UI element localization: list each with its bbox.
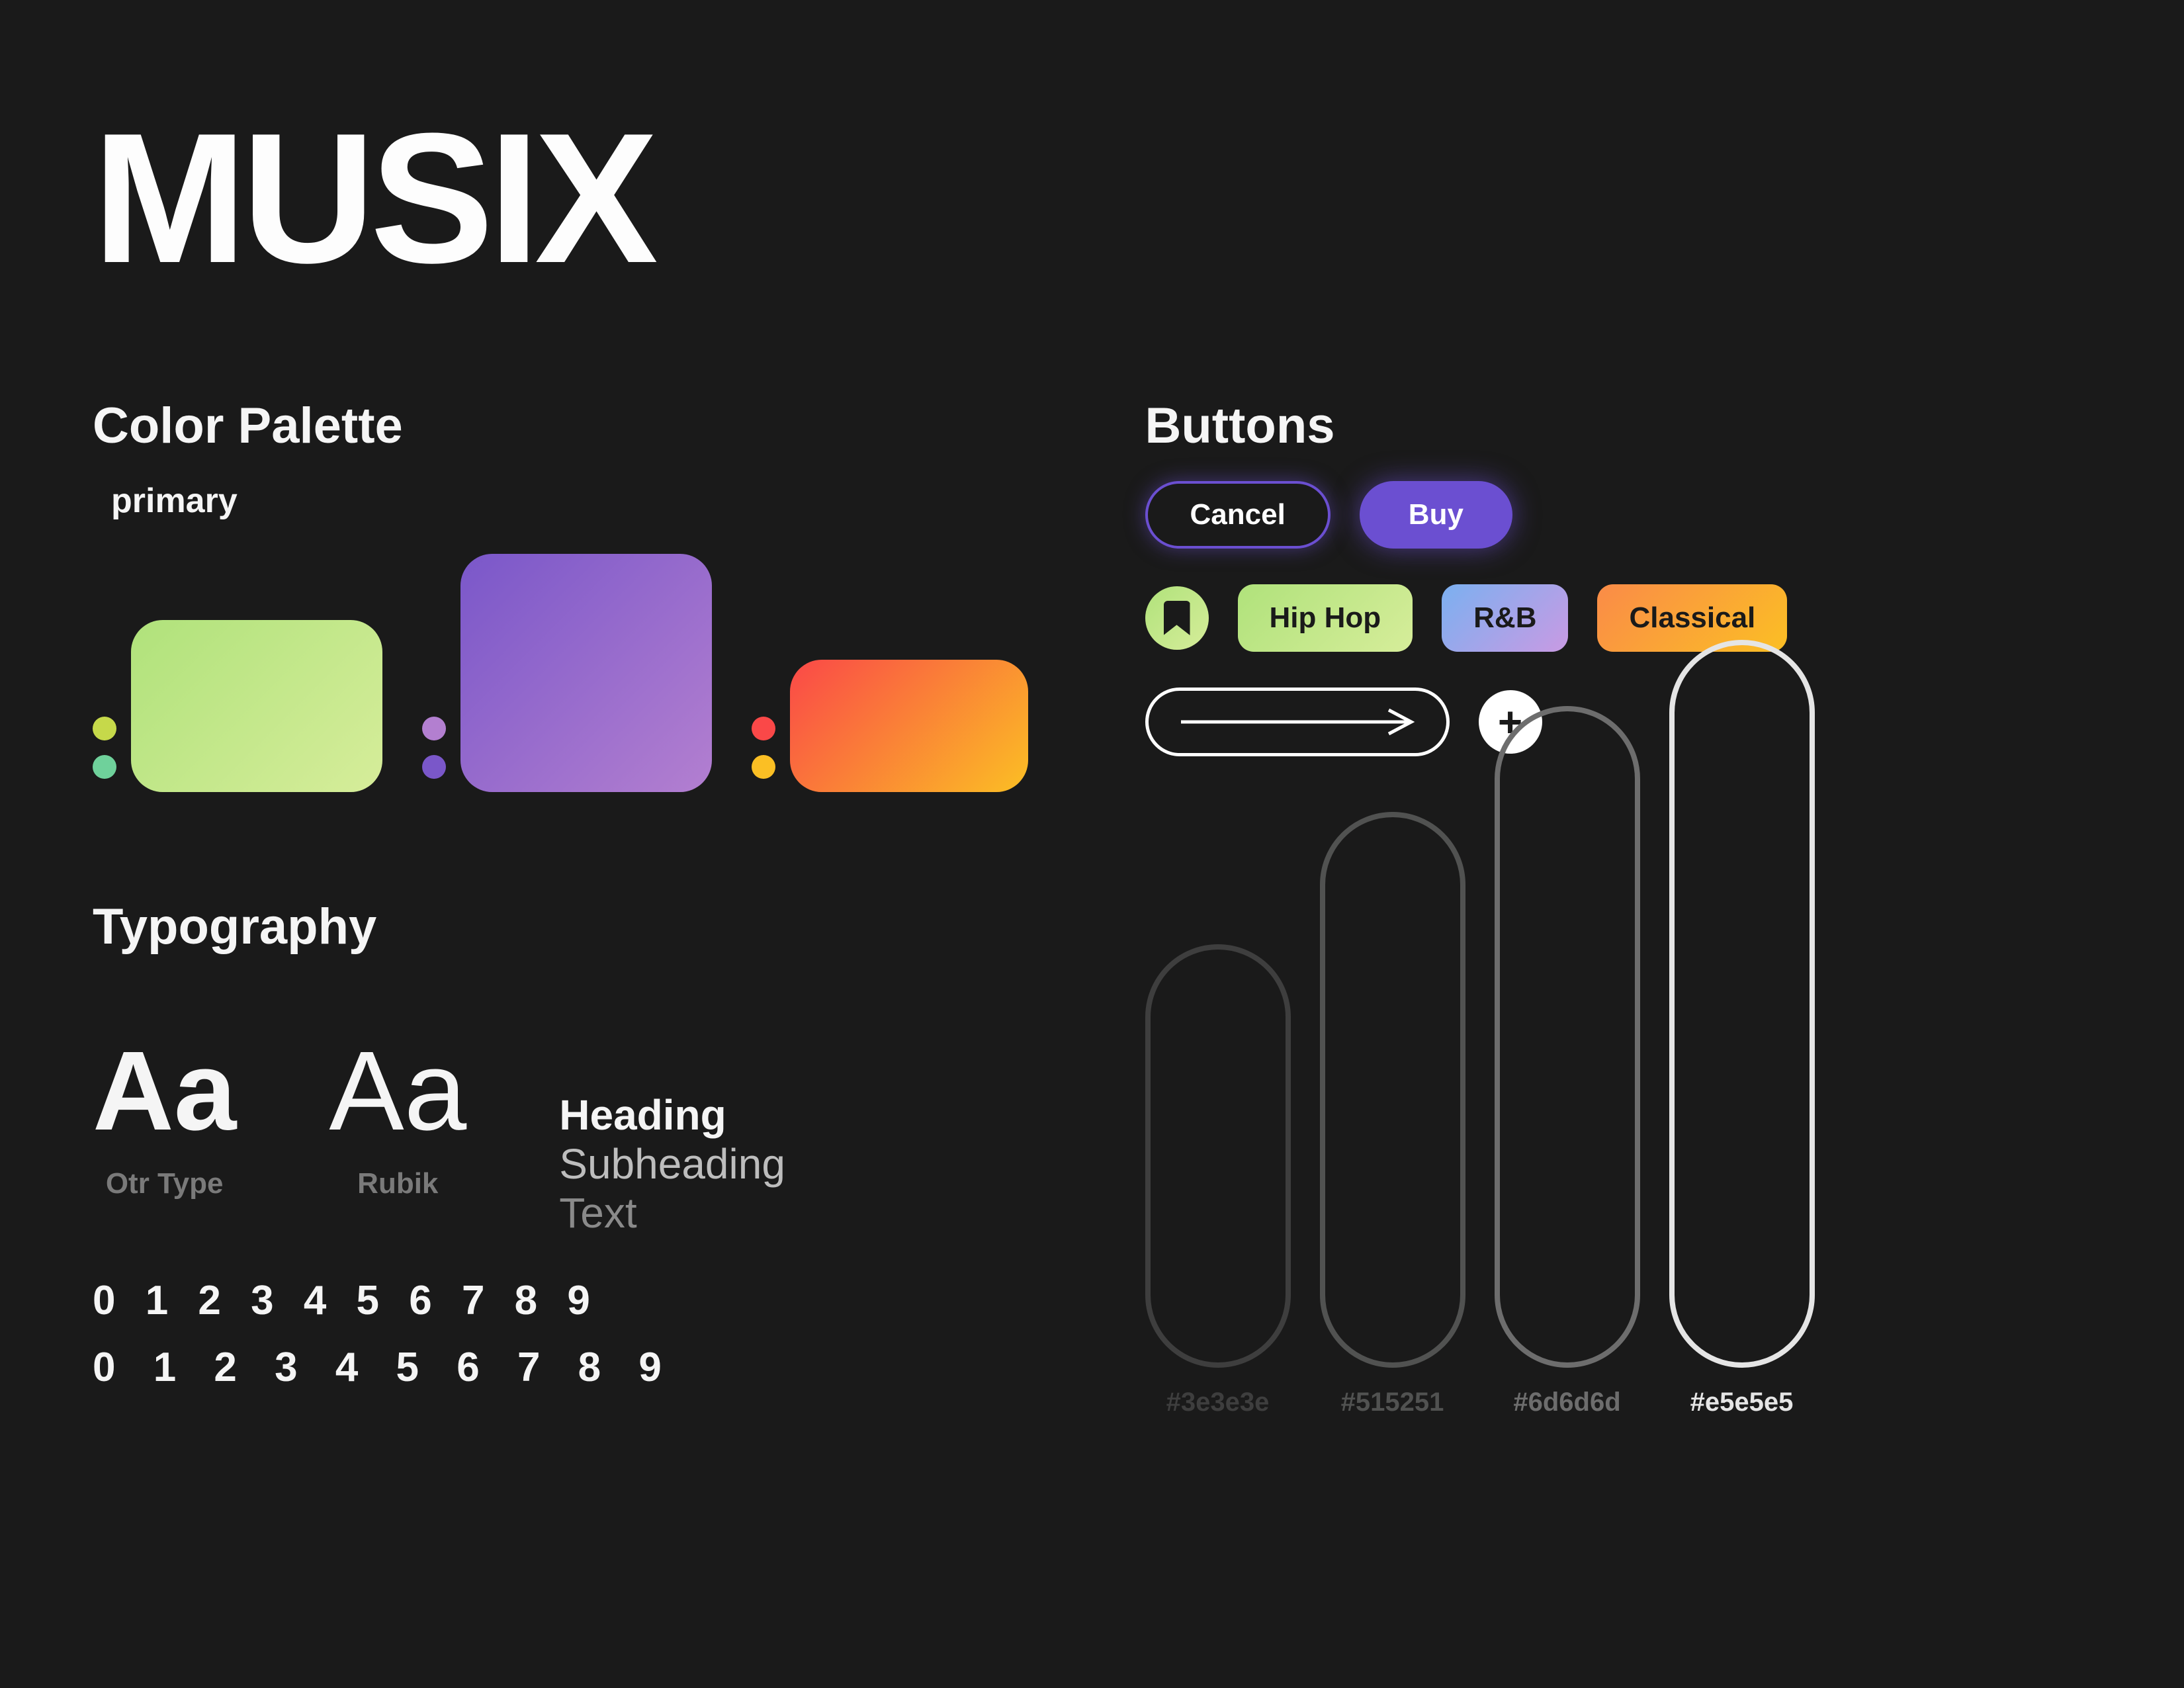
numerals-1: 0 1 2 3 4 5 6 7 8 9 — [93, 1277, 1039, 1324]
swatch-green — [131, 620, 382, 792]
typo-font1-label: Otr Type — [93, 1167, 236, 1200]
dot-purple-2 — [422, 755, 446, 779]
gray-bar — [1320, 812, 1465, 1368]
typo-sample-1: Aa — [93, 1035, 236, 1147]
buttons-title: Buttons — [1145, 397, 2092, 455]
dot-purple-1 — [422, 717, 446, 740]
gray-bar-col: #515251 — [1320, 812, 1465, 1417]
gray-bar-label: #515251 — [1320, 1388, 1465, 1417]
dot-orange-1 — [752, 717, 775, 740]
typo-font2-label: Rubik — [329, 1167, 466, 1200]
palette-title: Color Palette — [93, 397, 1039, 455]
typo-heading: Heading — [559, 1090, 785, 1139]
typo-subheading: Subheading — [559, 1139, 785, 1188]
gray-bar-col: #e5e5e5 — [1669, 640, 1815, 1417]
gray-bars: #3e3e3e #515251 #6d6d6d #e5e5e5 — [1145, 640, 1815, 1417]
gray-bar-col: #3e3e3e — [1145, 944, 1291, 1417]
typo-text-col: Heading Subheading Text — [559, 1090, 785, 1237]
typo-font1-col: Aa Otr Type — [93, 1035, 236, 1200]
typo-text: Text — [559, 1188, 785, 1237]
typo-font2-col: Aa Rubik — [329, 1035, 466, 1200]
brand-logo: MUSIX — [93, 106, 2091, 291]
palette-primary-label: primary — [111, 481, 1039, 521]
gray-bar — [1495, 706, 1640, 1368]
dot-orange-2 — [752, 755, 775, 779]
bookmark-icon — [1164, 601, 1190, 635]
swatch-purple-group — [422, 554, 712, 792]
swatch-row — [93, 554, 1039, 792]
gray-bar — [1145, 944, 1291, 1368]
dot-green-1 — [93, 717, 116, 740]
gray-bar-col: #6d6d6d — [1495, 706, 1640, 1417]
gray-bar-label: #e5e5e5 — [1669, 1388, 1815, 1417]
swatch-orange-group — [752, 660, 1028, 792]
typography-title: Typography — [93, 898, 1039, 955]
dot-green-2 — [93, 755, 116, 779]
swatch-green-group — [93, 620, 382, 792]
swatch-orange — [790, 660, 1028, 792]
buy-button[interactable]: Buy — [1360, 481, 1512, 549]
gray-bar — [1669, 640, 1815, 1368]
swatch-purple — [460, 554, 712, 792]
gray-bar-label: #3e3e3e — [1145, 1388, 1291, 1417]
gray-bar-label: #6d6d6d — [1495, 1388, 1640, 1417]
cancel-button[interactable]: Cancel — [1145, 481, 1331, 549]
typo-sample-2: Aa — [329, 1035, 466, 1147]
numerals-2: 0 1 2 3 4 5 6 7 8 9 — [93, 1344, 1039, 1391]
